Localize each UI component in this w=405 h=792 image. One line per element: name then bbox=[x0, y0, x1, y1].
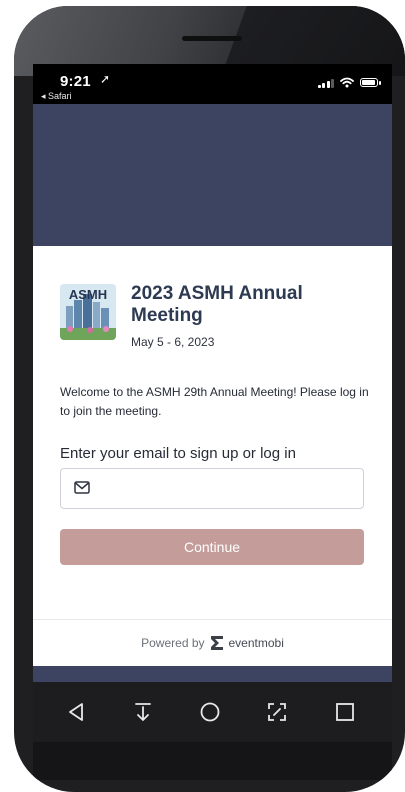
status-time: 9:21 bbox=[60, 73, 91, 90]
envelope-icon bbox=[74, 481, 90, 494]
logo-text: ASMH bbox=[69, 287, 107, 302]
navigation-bar bbox=[33, 682, 392, 742]
location-arrow-icon: ➚ bbox=[100, 72, 111, 86]
back-to-safari-link[interactable]: ◂ Safari bbox=[41, 91, 72, 102]
earpiece-speaker bbox=[182, 36, 242, 41]
back-triangle-icon[interactable] bbox=[67, 702, 85, 722]
email-field-container[interactable] bbox=[60, 468, 364, 510]
phone-screen: 9:21 ➚ ◂ Safari ASMH 2023 ASMH Annual Me… bbox=[33, 64, 392, 780]
powered-by-footer: Powered by eventmobi bbox=[33, 635, 392, 651]
continue-button[interactable]: Continue bbox=[60, 529, 364, 565]
wifi-icon bbox=[340, 77, 354, 88]
event-dates: May 5 - 6, 2023 bbox=[131, 335, 215, 349]
phone-frame: 9:21 ➚ ◂ Safari ASMH 2023 ASMH Annual Me… bbox=[14, 6, 405, 792]
status-icons bbox=[317, 77, 381, 88]
home-circle-icon[interactable] bbox=[200, 702, 220, 722]
email-input[interactable] bbox=[101, 469, 355, 510]
email-label: Enter your email to sign up or log in bbox=[60, 445, 296, 462]
login-card: ASMH 2023 ASMH Annual Meeting May 5 - 6,… bbox=[33, 246, 392, 666]
battery-icon bbox=[360, 78, 381, 87]
cellular-signal-icon bbox=[317, 78, 334, 88]
welcome-message: Welcome to the ASMH 29th Annual Meeting!… bbox=[60, 385, 369, 418]
eventmobi-logo-icon bbox=[210, 636, 223, 650]
event-logo: ASMH bbox=[60, 284, 116, 340]
app-background: ASMH 2023 ASMH Annual Meeting May 5 - 6,… bbox=[33, 104, 392, 682]
expand-icon[interactable] bbox=[267, 702, 287, 722]
download-arrow-icon[interactable] bbox=[134, 702, 152, 722]
event-title: 2023 ASMH Annual Meeting bbox=[131, 283, 303, 326]
footer-divider bbox=[33, 619, 392, 620]
recents-square-icon[interactable] bbox=[335, 702, 355, 722]
powered-by-label: Powered by bbox=[141, 636, 205, 650]
eventmobi-brand-text: eventmobi bbox=[228, 636, 284, 650]
status-bar: 9:21 ➚ ◂ Safari bbox=[33, 64, 392, 104]
